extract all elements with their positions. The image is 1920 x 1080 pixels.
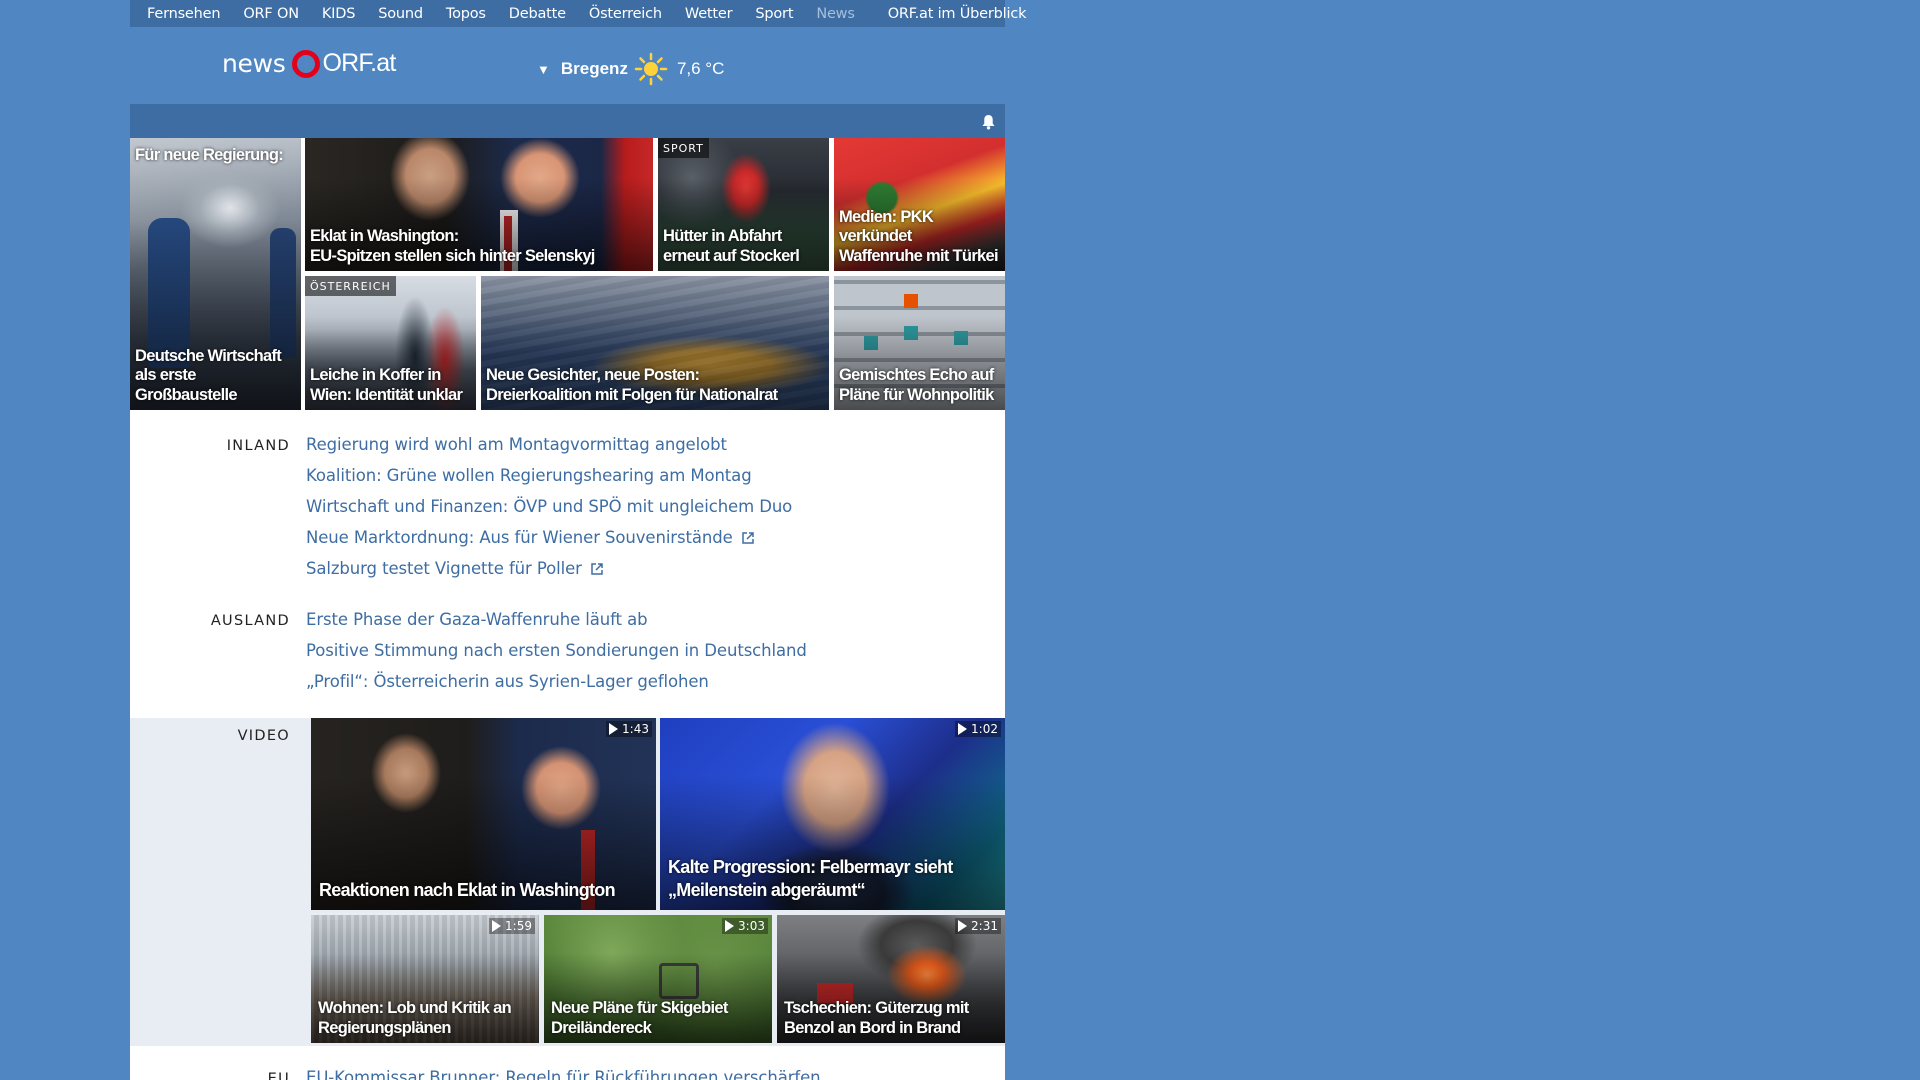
category-badge: SPORT xyxy=(658,138,709,158)
story-title: Neue Gesichter, neue Posten: Dreierkoali… xyxy=(486,366,778,404)
article-link[interactable]: Salzburg testet Vignette für Poller xyxy=(306,553,792,584)
video-tile[interactable]: 3:03 Neue Pläne für Skigebiet Dreiländer… xyxy=(544,915,772,1043)
video-title: Neue Pläne für Skigebiet Dreiländereck xyxy=(551,999,728,1037)
news-orf-logo[interactable]: news ORF.at xyxy=(222,49,396,78)
video-title: Reaktionen nach Eklat in Washington xyxy=(319,880,616,900)
external-link-icon xyxy=(591,562,603,575)
nav-item-sport[interactable]: Sport xyxy=(755,6,793,22)
story-title: Deutsche Wirtschaft als erste Großbauste… xyxy=(135,346,282,404)
video-duration: 1:59 xyxy=(489,918,535,934)
ausland-link-list: Erste Phase der Gaza-Waffenruhe läuft ab… xyxy=(306,604,807,697)
nav-item-fernsehen[interactable]: Fernsehen xyxy=(147,6,221,22)
video-title: Wohnen: Lob und Kritik an Regierungsplän… xyxy=(318,999,512,1037)
toolbar xyxy=(130,104,1005,138)
nav-item-topos[interactable]: Topos xyxy=(446,6,486,22)
story-tile[interactable]: ÖSTERREICH Leiche in Koffer in Wien: Ide… xyxy=(305,276,476,410)
article-link-text: Neue Marktordnung: Aus für Wiener Souven… xyxy=(306,528,733,547)
article-link-text: EU-Kommissar Brunner: Regeln für Rückfüh… xyxy=(306,1068,821,1080)
nav-item-overview[interactable]: ORF.at im Überblick xyxy=(888,6,1027,22)
section-label-video: VIDEO xyxy=(237,728,290,744)
sun-icon xyxy=(634,52,668,86)
section-label-ausland: AUSLAND xyxy=(210,613,290,629)
video-duration: 1:02 xyxy=(955,721,1001,737)
video-tile[interactable]: 1:43 Reaktionen nach Eklat in Washington xyxy=(311,718,656,910)
section-label-eu: EU xyxy=(267,1071,290,1080)
article-link[interactable]: EU-Kommissar Brunner: Regeln für Rückfüh… xyxy=(306,1062,821,1080)
weather-location[interactable]: Bregenz xyxy=(561,59,628,79)
story-title: Gemischtes Echo auf Pläne für Wohnpoliti… xyxy=(839,366,994,404)
story-tile[interactable]: Eklat in Washington: EU-Spitzen stellen … xyxy=(305,138,653,271)
story-tile[interactable]: Medien: PKK verkündet Waffenruhe mit Tür… xyxy=(834,138,1005,271)
video-duration: 1:43 xyxy=(606,721,652,737)
category-badge: ÖSTERREICH xyxy=(305,276,396,296)
nav-item-oesterreich[interactable]: Österreich xyxy=(589,6,662,22)
video-tile[interactable]: 1:02 Kalte Progression: Felbermayr sieht… xyxy=(660,718,1005,910)
weather-temperature: 7,6 °C xyxy=(676,59,725,78)
nav-item-kids[interactable]: KIDS xyxy=(322,6,356,22)
article-link-text: Regierung wird wohl am Montagvormittag a… xyxy=(306,435,727,454)
article-link-text: „Profil“: Österreicherin aus Syrien-Lage… xyxy=(306,672,709,691)
chevron-down-icon[interactable]: ▼ xyxy=(537,62,550,77)
story-title: Medien: PKK verkündet Waffenruhe mit Tür… xyxy=(839,207,999,265)
inland-link-list: Regierung wird wohl am Montagvormittag a… xyxy=(306,429,792,584)
article-link-text: Erste Phase der Gaza-Waffenruhe läuft ab xyxy=(306,610,648,629)
article-link[interactable]: „Profil“: Österreicherin aus Syrien-Lage… xyxy=(306,666,807,697)
play-icon xyxy=(725,920,735,932)
article-link[interactable]: Regierung wird wohl am Montagvormittag a… xyxy=(306,429,792,460)
story-overline: Für neue Regierung: xyxy=(135,146,284,164)
orf-ring-icon xyxy=(291,49,320,78)
top-navigation: Fernsehen ORF ON KIDS Sound Topos Debatt… xyxy=(130,0,1026,27)
story-tile[interactable]: Gemischtes Echo auf Pläne für Wohnpoliti… xyxy=(834,276,1005,410)
article-link-text: Salzburg testet Vignette für Poller xyxy=(306,559,582,578)
video-tile[interactable]: 1:59 Wohnen: Lob und Kritik an Regierung… xyxy=(311,915,539,1043)
play-icon xyxy=(958,920,968,932)
article-link-text: Wirtschaft und Finanzen: ÖVP und SPÖ mit… xyxy=(306,497,793,516)
story-title: Leiche in Koffer in Wien: Identität unkl… xyxy=(310,366,463,404)
nav-item-debatte[interactable]: Debatte xyxy=(509,6,566,22)
story-tile[interactable]: Für neue Regierung: Deutsche Wirtschaft … xyxy=(130,138,301,410)
article-link[interactable]: Erste Phase der Gaza-Waffenruhe läuft ab xyxy=(306,604,807,635)
article-link[interactable]: Neue Marktordnung: Aus für Wiener Souven… xyxy=(306,522,792,553)
logo-orf-text: ORF.at xyxy=(322,49,397,77)
play-icon xyxy=(492,920,502,932)
video-title: Kalte Progression: Felbermayr sieht „Mei… xyxy=(668,857,953,900)
story-tile[interactable]: SPORT Hütter in Abfahrt erneut auf Stock… xyxy=(658,138,829,271)
nav-item-orf-on[interactable]: ORF ON xyxy=(243,6,299,22)
main-content: Für neue Regierung: Deutsche Wirtschaft … xyxy=(130,138,1005,1080)
nav-item-news[interactable]: News xyxy=(816,6,855,22)
nav-item-sound[interactable]: Sound xyxy=(378,6,423,22)
eu-link-list: EU-Kommissar Brunner: Regeln für Rückfüh… xyxy=(306,1062,821,1080)
video-title: Tschechien: Güterzug mit Benzol an Bord … xyxy=(784,999,969,1037)
article-link[interactable]: Wirtschaft und Finanzen: ÖVP und SPÖ mit… xyxy=(306,491,792,522)
video-tile[interactable]: 2:31 Tschechien: Güterzug mit Benzol an … xyxy=(777,915,1005,1043)
bell-icon[interactable] xyxy=(981,114,996,130)
weather-widget[interactable]: ▼ Bregenz 7,6 °C xyxy=(537,52,724,86)
article-link[interactable]: Koalition: Grüne wollen Regierungshearin… xyxy=(306,460,792,491)
article-link[interactable]: Positive Stimmung nach ersten Sondierung… xyxy=(306,635,807,666)
story-tile[interactable]: Neue Gesichter, neue Posten: Dreierkoali… xyxy=(481,276,829,410)
video-duration: 3:03 xyxy=(722,918,768,934)
external-link-icon xyxy=(741,531,754,544)
article-link-text: Positive Stimmung nach ersten Sondierung… xyxy=(306,641,807,660)
play-icon xyxy=(609,723,619,735)
logo-news-text: news xyxy=(222,49,286,78)
nav-item-wetter[interactable]: Wetter xyxy=(685,6,733,22)
article-link-text: Koalition: Grüne wollen Regierungshearin… xyxy=(306,466,752,485)
story-title: Eklat in Washington: EU-Spitzen stellen … xyxy=(310,227,595,265)
play-icon xyxy=(958,723,968,735)
video-duration: 2:31 xyxy=(955,918,1001,934)
section-label-inland: INLAND xyxy=(226,438,290,454)
story-title: Hütter in Abfahrt erneut auf Stockerl xyxy=(663,227,800,265)
